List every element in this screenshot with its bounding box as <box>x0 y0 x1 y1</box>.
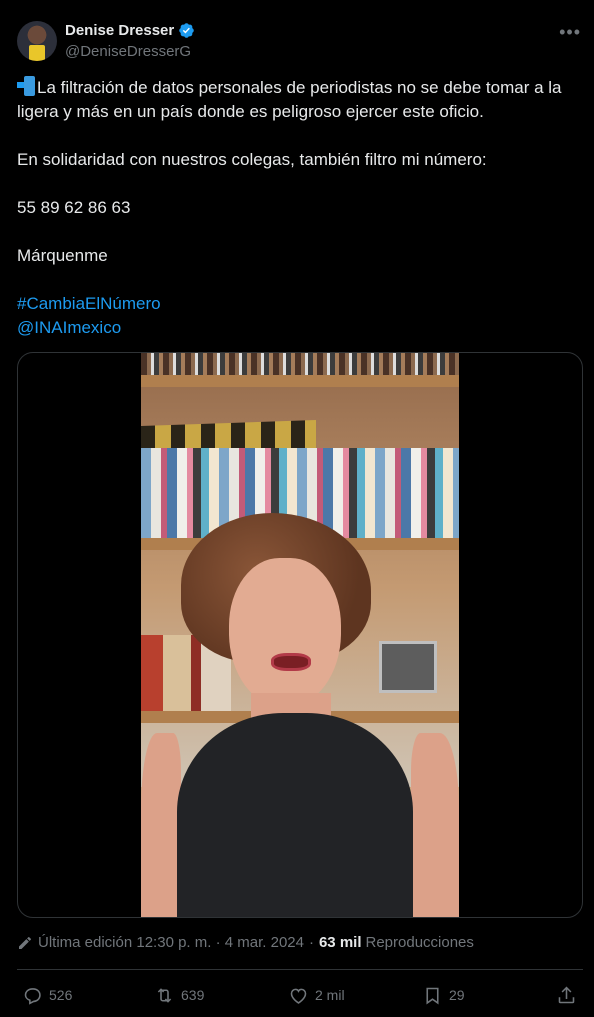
views-count: 63 mil <box>318 934 362 951</box>
share-button[interactable] <box>556 982 577 1008</box>
tweet-line-1-text: La filtración de datos personales de per… <box>17 78 567 121</box>
repost-button[interactable]: 639 <box>154 982 204 1008</box>
video-frame[interactable] <box>141 353 459 917</box>
like-count: 2 mil <box>315 987 345 1003</box>
author-display-name[interactable]: Denise Dresser <box>65 22 174 39</box>
avatar[interactable] <box>17 21 57 61</box>
repost-icon <box>157 987 172 1003</box>
more-horizontal-icon[interactable]: ••• <box>559 22 581 43</box>
bookmark-count: 29 <box>449 987 465 1003</box>
video-player[interactable] <box>17 352 583 918</box>
bookmark-icon <box>426 987 439 1004</box>
tweet-phone-number: 55 89 62 86 63 <box>17 198 131 217</box>
tweet-line-4: Márquenme <box>17 246 108 265</box>
mobile-phone-with-arrow-icon <box>17 76 35 96</box>
hashtag-link[interactable]: #CambiaElNúmero <box>17 294 161 313</box>
reply-count: 526 <box>49 987 73 1003</box>
author-name-row: Denise Dresser <box>65 22 195 39</box>
reply-button[interactable]: 526 <box>22 982 72 1008</box>
tweet-line-1: La filtración de datos personales de per… <box>17 76 583 124</box>
meta-separator: · <box>308 934 314 951</box>
verified-badge-icon <box>179 23 194 38</box>
tweet-meta: Última edición 12:30 p. m. · 4 mar. 2024… <box>17 934 474 951</box>
reply-icon <box>24 987 41 1005</box>
share-icon <box>558 986 575 1003</box>
views-label: Reproducciones <box>365 934 474 951</box>
mention-link[interactable]: @INAImexico <box>17 318 121 337</box>
action-bar: 526 639 2 mil 29 <box>0 982 594 1008</box>
heart-icon <box>290 988 307 1004</box>
tweet-text: La filtración de datos personales de per… <box>17 76 583 340</box>
repost-count: 639 <box>181 987 205 1003</box>
author-handle[interactable]: @DeniseDresserG <box>65 43 191 60</box>
tweet-line-2: En solidaridad con nuestros colegas, tam… <box>17 150 487 169</box>
divider <box>17 969 583 970</box>
edited-timestamp[interactable]: Última edición 12:30 p. m. · 4 mar. 2024 <box>38 934 304 951</box>
like-button[interactable]: 2 mil <box>288 982 345 1008</box>
bookmark-button[interactable]: 29 <box>422 982 465 1008</box>
edit-pencil-icon <box>19 936 32 949</box>
